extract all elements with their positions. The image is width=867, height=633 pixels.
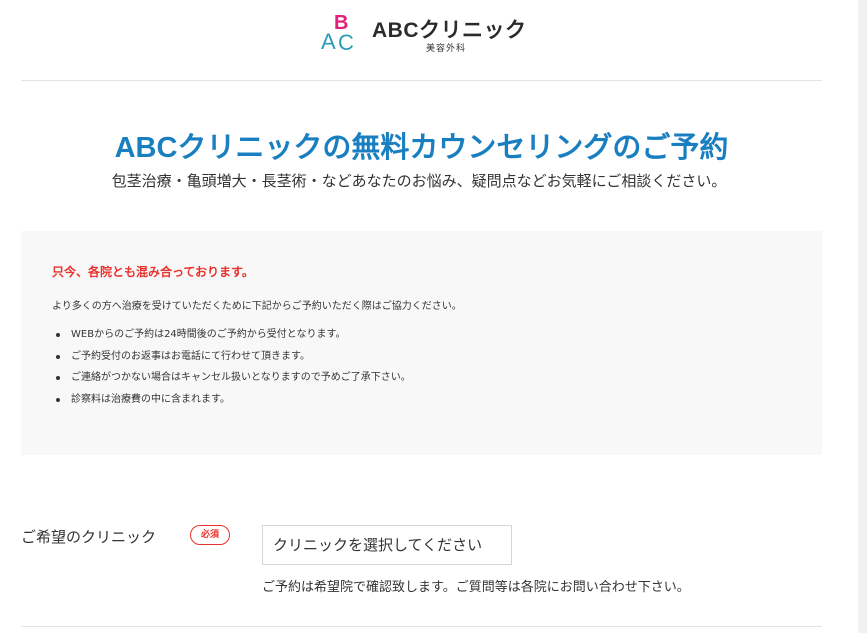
notice-item: WEBからのご予約は24時間後のご予約から受付となります。 xyxy=(52,327,411,349)
notice-item: ご予約受付のお返事はお電話にて行わせて頂きます。 xyxy=(52,349,411,371)
logo-mark: B A C xyxy=(321,12,354,53)
required-badge: 必須 xyxy=(190,525,230,545)
notice-headline: 只今、各院とも混み合っております。 xyxy=(52,265,254,279)
header-divider xyxy=(21,80,822,81)
clinic-logo[interactable]: B A C ABCクリニック 美容外科 xyxy=(320,11,530,54)
notice-box: 只今、各院とも混み合っております。 より多くの方へ治療を受けていただくために下記… xyxy=(21,231,822,455)
brand-subtitle: 美容外科 xyxy=(426,44,467,54)
clinic-select[interactable]: クリニックを選択してください xyxy=(262,525,512,565)
notice-item: 診察料は治療費の中に含まれます。 xyxy=(52,392,411,414)
form-divider xyxy=(21,626,822,627)
clinic-field-label: ご希望のクリニック xyxy=(21,528,157,546)
page-scrollbar[interactable] xyxy=(858,0,867,633)
logo-letter-c: C xyxy=(338,30,354,53)
clinic-field-note: ご予約は希望院で確認致します。ご質問等は各院にお問い合わせ下さい。 xyxy=(262,580,690,595)
brand-name: ABCクリニック xyxy=(372,19,527,42)
notice-item: ご連絡がつかない場合はキャンセル扱いとなりますので予めご了承下さい。 xyxy=(52,370,411,392)
notice-list: WEBからのご予約は24時間後のご予約から受付となります。 ご予約受付のお返事は… xyxy=(52,327,411,413)
page-title: ABCクリニックの無料カウンセリングのご予約 xyxy=(114,132,729,164)
notice-lead: より多くの方へ治療を受けていただくために下記からご予約いただく際はご協力ください… xyxy=(52,301,462,312)
site-header: B A C ABCクリニック 美容外科 xyxy=(0,0,858,80)
page-subtitle: 包茎治療・亀頭増大・長茎術・などあなたのお悩み、疑問点などお気軽にご相談ください… xyxy=(111,172,727,190)
logo-letter-a: A xyxy=(321,29,336,53)
